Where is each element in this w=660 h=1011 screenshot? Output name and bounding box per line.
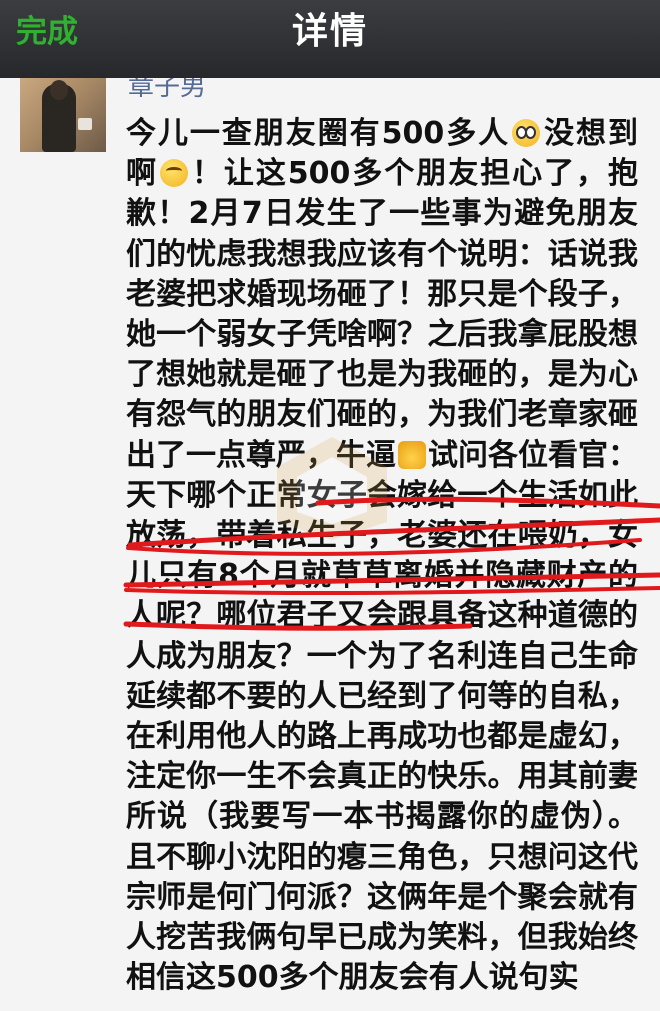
- navigation-bar: 完成 详情: [0, 0, 660, 78]
- post-text-part-3: 啊: [126, 156, 158, 192]
- post-text-part-4: ！让这500多个朋友担心了，抱歉！2月7日发生了一些事为避免朋友们的忧虑我想我应…: [126, 156, 639, 473]
- post-text-part-1: 今儿一查朋友圈有500多人: [126, 116, 511, 151]
- avatar-cup: [78, 118, 92, 130]
- page-title: 详情: [291, 11, 368, 52]
- post-body: 今儿一查朋友圈有500多人 没想到啊 ！让这500多个朋友担心了，抱歉！2月7日发生…: [126, 114, 638, 998]
- watermark-icon: [277, 437, 387, 540]
- avatar[interactable]: [20, 78, 106, 152]
- shocked-emoji-icon: [512, 119, 541, 147]
- thinking-emoji-icon: [159, 159, 188, 188]
- thumbs-up-emoji-icon: [398, 440, 426, 469]
- avatar-head: [50, 80, 68, 100]
- post-text-part-2: 没想到: [542, 116, 639, 151]
